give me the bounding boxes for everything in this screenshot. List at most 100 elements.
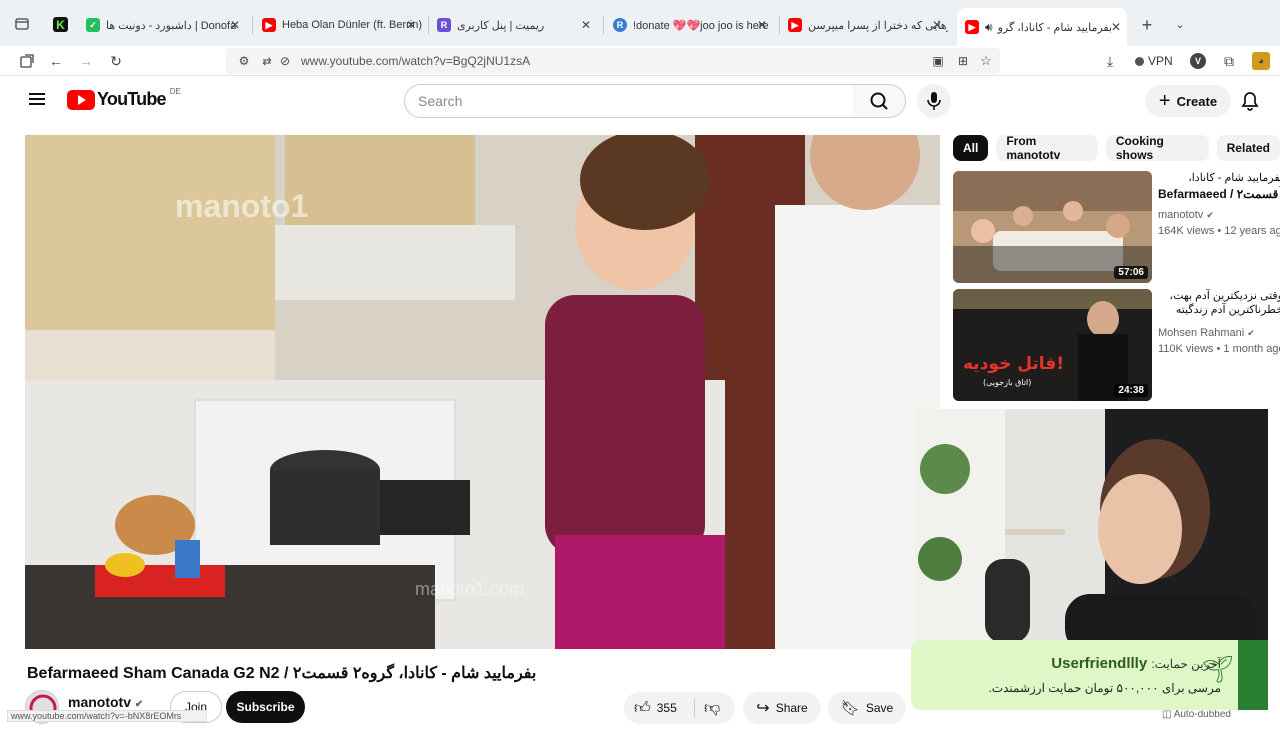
search-placeholder: Search (418, 93, 463, 109)
sidebar-toggle-icon[interactable] (19, 53, 35, 69)
dislike-icon[interactable]: 👎︎ (704, 699, 720, 718)
video-duration: 24:38 (1114, 384, 1148, 397)
recommendation-thumbnail[interactable]: قاتل خودیه! (اتاق بازجویی) 24:38 (953, 289, 1152, 401)
channel-name[interactable]: manototv ✔ (68, 694, 143, 710)
site-info-icon[interactable]: ⚙ (236, 53, 252, 69)
tab-questions-video[interactable]: ▶ چیزهایی که دخترا از پسرا میپرسن ✕ (788, 10, 948, 40)
chip-all[interactable]: All (953, 135, 989, 161)
channel-name-text: manototv (68, 694, 131, 710)
permissions-icon[interactable]: ⇄ (259, 53, 275, 69)
channel-text: manototv (1158, 209, 1204, 221)
subscribe-button[interactable]: Subscribe (226, 691, 305, 723)
plus-icon: + (1158, 89, 1171, 112)
vivaldi-icon[interactable]: V (1190, 53, 1206, 69)
vpn-button[interactable]: VPN (1135, 54, 1173, 68)
close-tab-icon[interactable]: ✕ (932, 18, 942, 32)
close-tab-icon[interactable]: ✕ (1111, 20, 1121, 34)
donation-username: Userfriendllly (1051, 655, 1148, 672)
recommendation-title[interactable]: بفرمایید شام - کانادا، گروه۲ (1158, 171, 1280, 187)
search-icon (870, 92, 888, 110)
save-button[interactable]: 🔖︎ Save (828, 692, 906, 724)
extensions-icon[interactable]: ⧉ (1221, 53, 1237, 69)
related-filter-chips: All From manototv Cooking shows Related (953, 134, 1280, 162)
reload-icon[interactable]: ↻ (108, 53, 124, 69)
tab-label: Heba Olan Dünler (ft. Berrin) (282, 19, 422, 31)
search-button[interactable] (853, 84, 906, 118)
hamburger-menu-icon[interactable] (29, 93, 45, 105)
close-tab-icon[interactable]: ✕ (406, 18, 416, 32)
youtube-favicon-icon: ▶ (262, 18, 276, 32)
vpn-label: VPN (1148, 54, 1173, 68)
tab-label: داشبورد - دونیت ها | Donofa (106, 19, 237, 32)
recommendation-thumbnail[interactable]: 57:06 (953, 171, 1152, 283)
recommendation-channel[interactable]: manototv ✔ (1158, 209, 1214, 221)
link-status-tooltip: www.youtube.com/watch?v=-bNX8rEOMrs (7, 710, 207, 722)
recommendation-meta: 110K views • 1 month ago (1158, 343, 1280, 355)
tab-separator (428, 16, 429, 34)
like-count[interactable]: 355 (657, 701, 677, 715)
like-dislike-group: 👍︎ 355 👎︎ (624, 692, 735, 724)
voice-search-button[interactable] (917, 84, 951, 118)
video-duration: 57:06 (1114, 266, 1148, 279)
tab-separator (252, 16, 253, 34)
thumbnail-title-text: قاتل خودیه! (963, 354, 1064, 374)
url-bar[interactable]: ⚙ ⇄ ⊘ www.youtube.com/watch?v=BgQ2jNU1zs… (226, 48, 1000, 74)
speaker-icon[interactable]: 🔊︎ (985, 20, 993, 35)
divider (694, 698, 695, 718)
create-button[interactable]: + Create (1145, 85, 1231, 117)
tab-heba-olan[interactable]: ▶ Heba Olan Dünler (ft. Berrin) ✕ (262, 10, 422, 40)
close-tab-icon[interactable]: ✕ (230, 18, 240, 32)
search-input[interactable]: Search (404, 84, 854, 118)
back-icon[interactable]: ← (48, 53, 64, 69)
recommendation-item[interactable]: 57:06 بفرمایید شام - کانادا، گروه۲ Befar… (953, 171, 1280, 283)
share-button[interactable]: ↪ Share (743, 692, 821, 724)
webcam-streamer-image (915, 409, 1268, 643)
notifications-bell-icon[interactable] (1239, 90, 1261, 112)
vpn-status-icon (1135, 56, 1144, 66)
auto-dubbed-badge: ◫ Auto-dubbed (1162, 709, 1231, 720)
recommendation-meta: 164K views • 12 years ago (1158, 225, 1280, 237)
chip-related[interactable]: Related (1216, 135, 1280, 161)
tab-rimit[interactable]: R ریمیت | پنل کاربری ✕ (437, 10, 597, 40)
tab-befarmaeed-active[interactable]: ▶ 🔊︎ بفرمایید شام - کانادا، گرو ✕ (957, 8, 1127, 46)
donation-prefix: آخرین حمایت: (1151, 657, 1221, 671)
browser-tab-bar: K ✓ داشبورد - دونیت ها | Donofa ✕ ▶ Heba… (0, 0, 1280, 46)
recommendation-channel[interactable]: Mohsen Rahmani ✔ (1158, 327, 1255, 339)
chip-cooking-shows[interactable]: Cooking shows (1105, 134, 1209, 162)
install-app-icon[interactable]: ⊞ (955, 53, 971, 69)
close-tab-icon[interactable]: ✕ (757, 18, 767, 32)
recommendation-title-line2[interactable]: Befarmaeed / قسمت۲ (1158, 187, 1280, 201)
like-icon[interactable]: 👍︎ (634, 699, 651, 718)
tab-label: چیزهایی که دخترا از پسرا میپرسن (808, 19, 948, 32)
tab-joojoo-donate[interactable]: R !donate 💖💖joo joo is here ✕ (613, 10, 773, 40)
tracking-blocked-icon[interactable]: ⊘ (277, 53, 293, 69)
profile-avatar-icon[interactable]: ◕ (1252, 52, 1270, 70)
bookmark-star-icon[interactable]: ☆ (978, 53, 994, 69)
recommendation-item[interactable]: قاتل خودیه! (اتاق بازجویی) 24:38 وقتی نز… (953, 289, 1280, 401)
donofa-favicon-icon: ✓ (86, 18, 100, 32)
microphone-icon (927, 92, 941, 110)
recommendation-title[interactable]: وقتی نزدیکترین آدم بهت، خطرناکترین آدم ز… (1158, 289, 1280, 317)
screenshot-icon[interactable]: ▣ (930, 53, 946, 69)
tab-actions-icon[interactable] (14, 17, 30, 31)
close-tab-icon[interactable]: ✕ (581, 18, 591, 32)
new-tab-icon[interactable]: + (1138, 15, 1156, 35)
youtube-logo[interactable]: YouTube DE (67, 87, 181, 110)
logo-wordmark: YouTube (97, 89, 167, 109)
tab-list-chevron-icon[interactable]: ⌄ (1172, 16, 1188, 32)
video-player[interactable]: manoto1 manoto1.com (25, 135, 940, 649)
chip-from-channel[interactable]: From manototv (996, 134, 1098, 162)
tab-label: !donate 💖💖joo joo is here (633, 19, 769, 32)
downloads-icon[interactable]: ⤓ (1102, 53, 1118, 69)
watermark-top: manoto1 (175, 188, 308, 224)
auto-dubbed-label: Auto-dubbed (1173, 709, 1231, 720)
verified-icon: ✔ (134, 699, 144, 710)
forward-icon[interactable]: → (78, 53, 94, 69)
tab-label: بفرمایید شام - کانادا، گرو (997, 21, 1113, 34)
url-text[interactable]: www.youtube.com/watch?v=BgQ2jNU1zsA (301, 54, 530, 68)
donation-alert-accent (1238, 640, 1268, 710)
share-icon: ↪ (756, 700, 770, 717)
tab-separator (779, 16, 780, 34)
pinned-tab-kick-icon[interactable]: K (53, 17, 68, 32)
tab-donofa[interactable]: ✓ داشبورد - دونیت ها | Donofa ✕ (86, 10, 246, 40)
